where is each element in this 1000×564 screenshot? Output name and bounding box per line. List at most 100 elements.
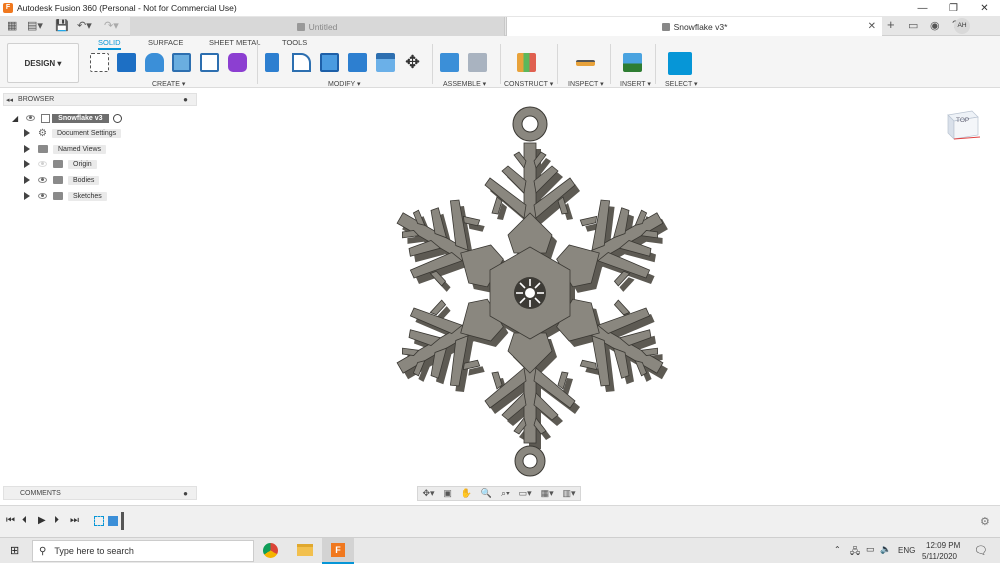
zoom-window-icon[interactable]: ⌕▾	[501, 488, 510, 499]
expand-root-icon[interactable]: ◢	[12, 114, 18, 123]
viewports-icon[interactable]: ▥▾	[562, 488, 575, 499]
comments-panel[interactable]: COMMENTS ●	[3, 486, 197, 500]
pattern-icon[interactable]	[200, 53, 219, 72]
modify-menu[interactable]: MODIFY ▾	[328, 80, 361, 88]
go-to-start-icon[interactable]: ⏮	[6, 515, 15, 526]
inspect-menu[interactable]: INSPECT ▾	[568, 80, 604, 88]
go-to-end-icon[interactable]: ⏭	[70, 515, 79, 526]
visibility-eye-icon[interactable]	[26, 115, 36, 121]
close-window-button[interactable]: ✕	[969, 0, 1000, 16]
network-icon[interactable]: 🖧	[850, 544, 860, 560]
expand-icon[interactable]	[24, 145, 30, 153]
create-form-icon[interactable]	[228, 53, 247, 72]
job-status-icon[interactable]: ▭	[908, 19, 918, 32]
redo-icon[interactable]: ↷▾	[104, 19, 119, 32]
chamfer-icon[interactable]	[320, 53, 339, 72]
browser-item-sketches[interactable]: Sketches	[24, 190, 107, 202]
fillet-icon[interactable]	[292, 53, 311, 72]
expand-icon[interactable]	[24, 129, 30, 137]
add-comment-icon[interactable]: ●	[183, 489, 188, 498]
tab-tools[interactable]: TOOLS	[282, 38, 307, 47]
tab-untitled[interactable]: Untitled	[130, 17, 505, 36]
file-explorer-icon[interactable]	[297, 544, 313, 556]
extrude-feature-icon[interactable]	[108, 516, 118, 526]
browser-item-document-settings[interactable]: ⚙ Document Settings	[24, 127, 122, 139]
new-tab-icon[interactable]: +	[887, 17, 895, 32]
pan-icon[interactable]: ✋	[461, 488, 472, 499]
undo-icon[interactable]: ↶▾	[77, 19, 92, 32]
collapse-panel-icon[interactable]: ◂◂	[6, 96, 13, 104]
tab-solid[interactable]: SOLID	[98, 38, 121, 50]
taskbar-search-box[interactable]: ⚲ Type here to search	[32, 540, 254, 562]
comments-label: COMMENTS	[20, 489, 61, 497]
browser-root[interactable]: ◢ Snowflake v3	[12, 112, 122, 124]
clock-time[interactable]: 12:09 PM	[926, 541, 960, 550]
tab-snowflake[interactable]: Snowflake v3* ✕	[506, 17, 882, 36]
save-icon[interactable]: 💾	[55, 19, 69, 32]
close-tab-icon[interactable]: ✕	[868, 21, 876, 32]
combine-icon[interactable]	[348, 53, 367, 72]
joint-icon[interactable]	[468, 53, 487, 72]
snowflake-model[interactable]	[340, 98, 720, 488]
zoom-icon[interactable]: 🔍	[481, 488, 492, 499]
press-pull-icon[interactable]	[265, 53, 279, 72]
chrome-icon[interactable]	[263, 543, 278, 558]
orbit-icon[interactable]: ✥▾	[422, 488, 434, 499]
step-back-icon[interactable]: ⏴	[22, 515, 27, 526]
timeline-settings-icon[interactable]: ⚙	[980, 515, 990, 528]
tray-expand-icon[interactable]: ⌃	[834, 545, 841, 554]
tab-sheet-metal[interactable]: SHEET METAL	[209, 38, 260, 47]
browser-item-origin[interactable]: Origin	[24, 158, 97, 170]
file-menu-icon[interactable]: ▤▾	[27, 19, 43, 32]
battery-icon[interactable]: ▭	[866, 544, 875, 555]
display-settings-icon[interactable]: ▭▾	[519, 488, 532, 499]
workspace-switcher-button[interactable]: DESIGN ▾	[7, 43, 79, 83]
assemble-menu[interactable]: ASSEMBLE ▾	[443, 80, 486, 88]
tab-surface[interactable]: SURFACE	[148, 38, 183, 47]
look-at-icon[interactable]: ▣	[443, 488, 452, 499]
timeline-marker[interactable]	[121, 512, 124, 530]
data-panel-icon[interactable]: ▦	[7, 19, 17, 32]
shell-icon[interactable]	[172, 53, 191, 72]
offset-face-icon[interactable]	[376, 53, 395, 72]
offset-plane-icon[interactable]	[517, 53, 536, 72]
extrude-box-icon[interactable]	[117, 53, 136, 72]
create-sketch-icon[interactable]	[90, 53, 109, 72]
clock-date[interactable]: 5/11/2020	[922, 552, 957, 561]
visibility-eye-icon[interactable]	[38, 161, 47, 167]
move-icon[interactable]: ✥	[403, 53, 422, 72]
user-avatar[interactable]: AH	[954, 18, 970, 34]
play-icon[interactable]: ▶	[38, 515, 46, 526]
maximize-button[interactable]: ❐	[938, 0, 969, 16]
measure-icon[interactable]	[576, 60, 595, 66]
viewcube[interactable]: TOP	[946, 107, 981, 141]
minimize-button[interactable]: —	[907, 0, 938, 16]
step-forward-icon[interactable]: ⏵	[54, 515, 59, 526]
language-indicator[interactable]: ENG	[898, 546, 915, 555]
browser-item-named-views[interactable]: Named Views	[24, 143, 107, 155]
select-menu[interactable]: SELECT ▾	[665, 80, 698, 88]
expand-icon[interactable]	[24, 176, 30, 184]
new-component-icon[interactable]	[440, 53, 459, 72]
visibility-eye-icon[interactable]	[38, 193, 47, 199]
document-icon	[661, 22, 670, 31]
volume-icon[interactable]: 🔈	[880, 544, 891, 555]
select-cursor-icon[interactable]	[668, 52, 692, 75]
search-placeholder: Type here to search	[54, 546, 134, 556]
grid-settings-icon[interactable]: ▦▾	[541, 488, 554, 499]
construct-menu[interactable]: CONSTRUCT ▾	[504, 80, 553, 88]
activate-radio-icon[interactable]	[112, 113, 122, 123]
browser-item-bodies[interactable]: Bodies	[24, 174, 100, 186]
windows-start-icon[interactable]: ⊞	[10, 544, 19, 557]
insert-menu[interactable]: INSERT ▾	[620, 80, 651, 88]
expand-icon[interactable]	[24, 192, 30, 200]
insert-image-icon[interactable]	[623, 53, 642, 72]
expand-icon[interactable]	[24, 160, 30, 168]
pin-icon[interactable]: ●	[183, 95, 188, 104]
notifications-icon[interactable]: ◉	[930, 19, 940, 32]
visibility-eye-icon[interactable]	[38, 177, 47, 183]
sketch-feature-icon[interactable]	[94, 516, 104, 526]
create-menu[interactable]: CREATE ▾	[152, 80, 185, 88]
revolve-icon[interactable]	[145, 53, 164, 72]
notification-center-icon[interactable]: 🗨	[974, 544, 988, 557]
